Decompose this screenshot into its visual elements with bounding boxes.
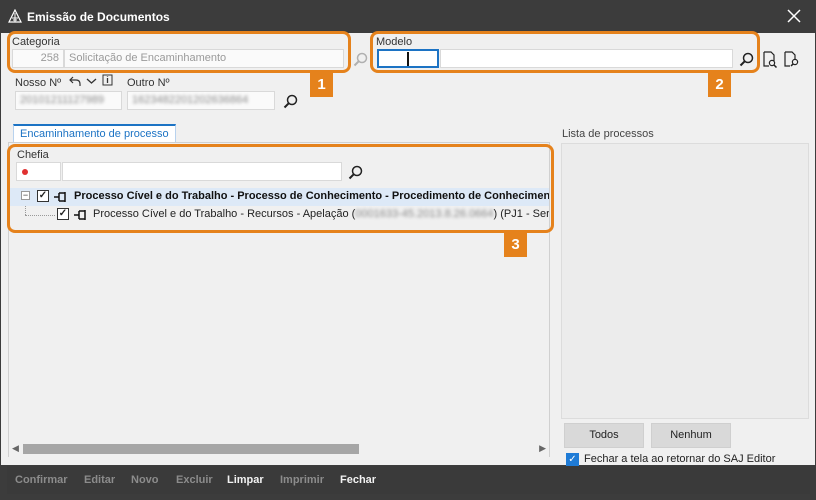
imprimir-button[interactable]: Imprimir bbox=[280, 474, 324, 486]
collapse-toggle-icon[interactable]: − bbox=[21, 191, 30, 200]
fechar-tela-label: Fechar a tela ao retornar do SAJ Editor bbox=[584, 453, 776, 465]
document-search-icon[interactable] bbox=[783, 51, 800, 68]
modelo-description-field[interactable] bbox=[440, 49, 733, 68]
outro-numero-label: Outro Nº bbox=[127, 77, 170, 89]
tree-child-checkbox[interactable]: ✓ bbox=[57, 208, 69, 220]
tree-parent-checkbox[interactable]: ✓ bbox=[37, 190, 49, 202]
preview-document-icon[interactable] bbox=[761, 51, 778, 68]
limpar-button[interactable]: Limpar bbox=[227, 474, 264, 486]
nosso-numero-field[interactable]: 20101211127989 bbox=[15, 91, 122, 110]
scrollbar-thumb[interactable] bbox=[23, 444, 359, 454]
chevron-down-icon[interactable] bbox=[86, 76, 97, 86]
nenhum-button[interactable]: Nenhum bbox=[651, 423, 731, 448]
modelo-search-icon[interactable] bbox=[739, 52, 755, 68]
modelo-code-input[interactable] bbox=[377, 49, 439, 68]
undo-icon[interactable] bbox=[69, 75, 81, 87]
dialog-content: Categoria 258 Solicitação de Encaminhame… bbox=[1, 31, 815, 466]
lista-processos-box[interactable] bbox=[561, 143, 809, 419]
chefia-label: Chefia bbox=[17, 149, 49, 161]
modelo-label: Modelo bbox=[376, 36, 413, 48]
tab-encaminhamento-processo[interactable]: Encaminhamento de processo bbox=[13, 124, 176, 142]
process-node-icon bbox=[54, 192, 66, 202]
badge-3: 3 bbox=[504, 233, 527, 257]
window-title: Emissão de Documentos bbox=[27, 10, 170, 24]
outro-numero-field[interactable]: 1623482201202636864 bbox=[127, 91, 275, 110]
fechar-button[interactable]: Fechar bbox=[340, 474, 376, 486]
categoria-search-icon[interactable] bbox=[353, 52, 369, 68]
process-node-icon bbox=[74, 210, 86, 220]
required-indicator-icon bbox=[22, 169, 28, 175]
tree-child-label-prefix: Processo Cível e do Trabalho - Recursos … bbox=[93, 208, 356, 220]
text-cursor bbox=[407, 52, 409, 66]
title-bar: Emissão de Documentos bbox=[0, 0, 816, 33]
info-document-icon[interactable] bbox=[102, 74, 113, 86]
tree-connector bbox=[25, 215, 55, 216]
outro-numero-value: 1623482201202636864 bbox=[132, 94, 249, 106]
categoria-label: Categoria bbox=[12, 36, 60, 48]
chefia-search-icon[interactable] bbox=[348, 165, 364, 181]
horizontal-scrollbar[interactable]: ◀ ▶ bbox=[9, 441, 549, 457]
scroll-left-icon[interactable]: ◀ bbox=[12, 443, 19, 454]
excluir-button[interactable]: Excluir bbox=[176, 474, 213, 486]
nosso-numero-label: Nosso Nº bbox=[15, 77, 62, 89]
todos-button[interactable]: Todos bbox=[564, 423, 644, 448]
tree-child-label-number: 0001633-45.2013.8.26.0664 bbox=[355, 208, 494, 220]
lista-processos-label: Lista de processos bbox=[562, 128, 654, 140]
fechar-tela-checkbox[interactable]: ✓ bbox=[566, 453, 579, 466]
tree-row-parent[interactable]: − ✓ Processo Cível e do Trabalho - Proce… bbox=[9, 188, 549, 206]
tree-child-label: Processo Cível e do Trabalho - Recursos … bbox=[93, 208, 549, 220]
confirmar-button[interactable]: Confirmar bbox=[15, 474, 68, 486]
nosso-numero-value: 20101211127989 bbox=[20, 94, 105, 106]
categoria-description-field[interactable]: Solicitação de Encaminhamento bbox=[64, 49, 344, 68]
tree-connector bbox=[25, 206, 26, 215]
chefia-description-field[interactable] bbox=[62, 162, 342, 181]
novo-button[interactable]: Novo bbox=[131, 474, 159, 486]
footer-toolbar: Confirmar Editar Novo Excluir Limpar Imp… bbox=[7, 466, 810, 494]
close-icon[interactable] bbox=[786, 8, 802, 24]
badge-2: 2 bbox=[708, 73, 731, 97]
badge-1: 1 bbox=[310, 73, 333, 97]
tree-row-child[interactable]: ✓ Processo Cível e do Trabalho - Recurso… bbox=[9, 206, 549, 224]
app-logo-icon bbox=[8, 9, 22, 23]
numero-search-icon[interactable] bbox=[283, 94, 299, 110]
scroll-right-icon[interactable]: ▶ bbox=[539, 443, 546, 454]
process-tree: − ✓ Processo Cível e do Trabalho - Proce… bbox=[9, 185, 549, 225]
tree-child-label-suffix: ) (PJ1 - Servi bbox=[493, 208, 549, 220]
chefia-code-input[interactable] bbox=[16, 162, 61, 181]
tree-parent-label: Processo Cível e do Trabalho - Processo … bbox=[74, 190, 549, 202]
editar-button[interactable]: Editar bbox=[84, 474, 115, 486]
categoria-code-field[interactable]: 258 bbox=[12, 49, 64, 68]
